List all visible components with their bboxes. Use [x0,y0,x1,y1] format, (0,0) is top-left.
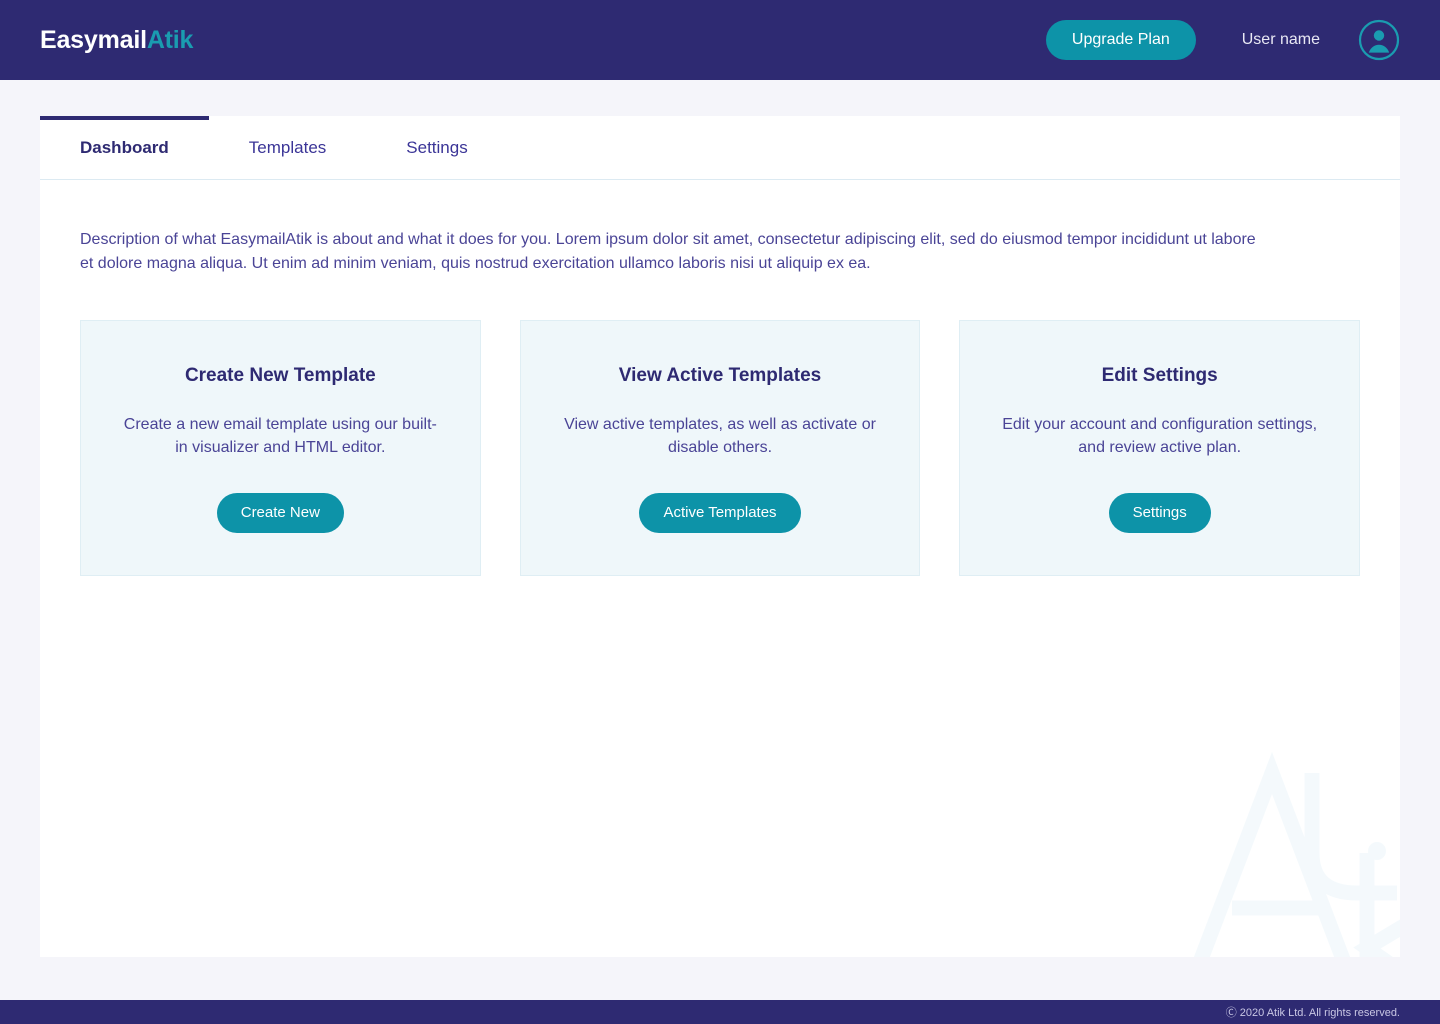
active-templates-button[interactable]: Active Templates [639,492,801,533]
atik-watermark-icon [1162,733,1400,957]
tab-templates[interactable]: Templates [209,116,366,180]
user-circle-icon[interactable] [1358,19,1400,61]
page-footer: Ⓒ 2020 Atik Ltd. All rights reserved. [0,1000,1440,1024]
card-title: Edit Settings [1101,365,1218,387]
card-title: Create New Template [184,365,376,387]
settings-button[interactable]: Settings [1108,492,1211,533]
card-description: Create a new email template using our bu… [123,416,437,457]
card-edit-settings[interactable]: Edit Settings Edit your account and conf… [959,320,1361,577]
card-title: View Active Templates [618,365,822,387]
app-logo[interactable]: EasymailAtik [40,25,194,54]
tab-bar: Dashboard Templates Settings [40,116,1400,180]
copyright-text: Ⓒ 2020 Atik Ltd. All rights reserved. [1225,1007,1400,1019]
create-new-button[interactable]: Create New [216,492,344,533]
logo-primary-text: Easymail [40,25,147,54]
card-view-active-templates[interactable]: View Active Templates View active templa… [519,320,921,577]
card-description: View active templates, as well as activa… [564,416,876,457]
card-create-new-template[interactable]: Create New Template Create a new email t… [80,320,481,577]
card-description: Edit your account and configuration sett… [1002,416,1318,457]
top-navigation-bar: EasymailAtik Upgrade Plan User name [0,0,1440,80]
upgrade-plan-button[interactable]: Upgrade Plan [1045,20,1196,60]
tab-templates-label: Templates [248,137,327,157]
top-bar-actions: Upgrade Plan User name [1045,19,1400,61]
dashboard-card-group: Create New Template Create a new email t… [80,320,1361,577]
logo-accent-text: Atik [146,25,194,54]
page-description: Description of what EasymailAtik is abou… [80,231,1256,272]
user-name-label[interactable]: User name [1242,31,1320,49]
main-content-panel: Dashboard Templates Settings Description… [40,116,1400,957]
tab-settings[interactable]: Settings [366,116,507,180]
tab-settings-label: Settings [406,137,468,157]
tab-dashboard[interactable]: Dashboard [40,116,209,180]
tab-dashboard-label: Dashboard [80,137,169,157]
